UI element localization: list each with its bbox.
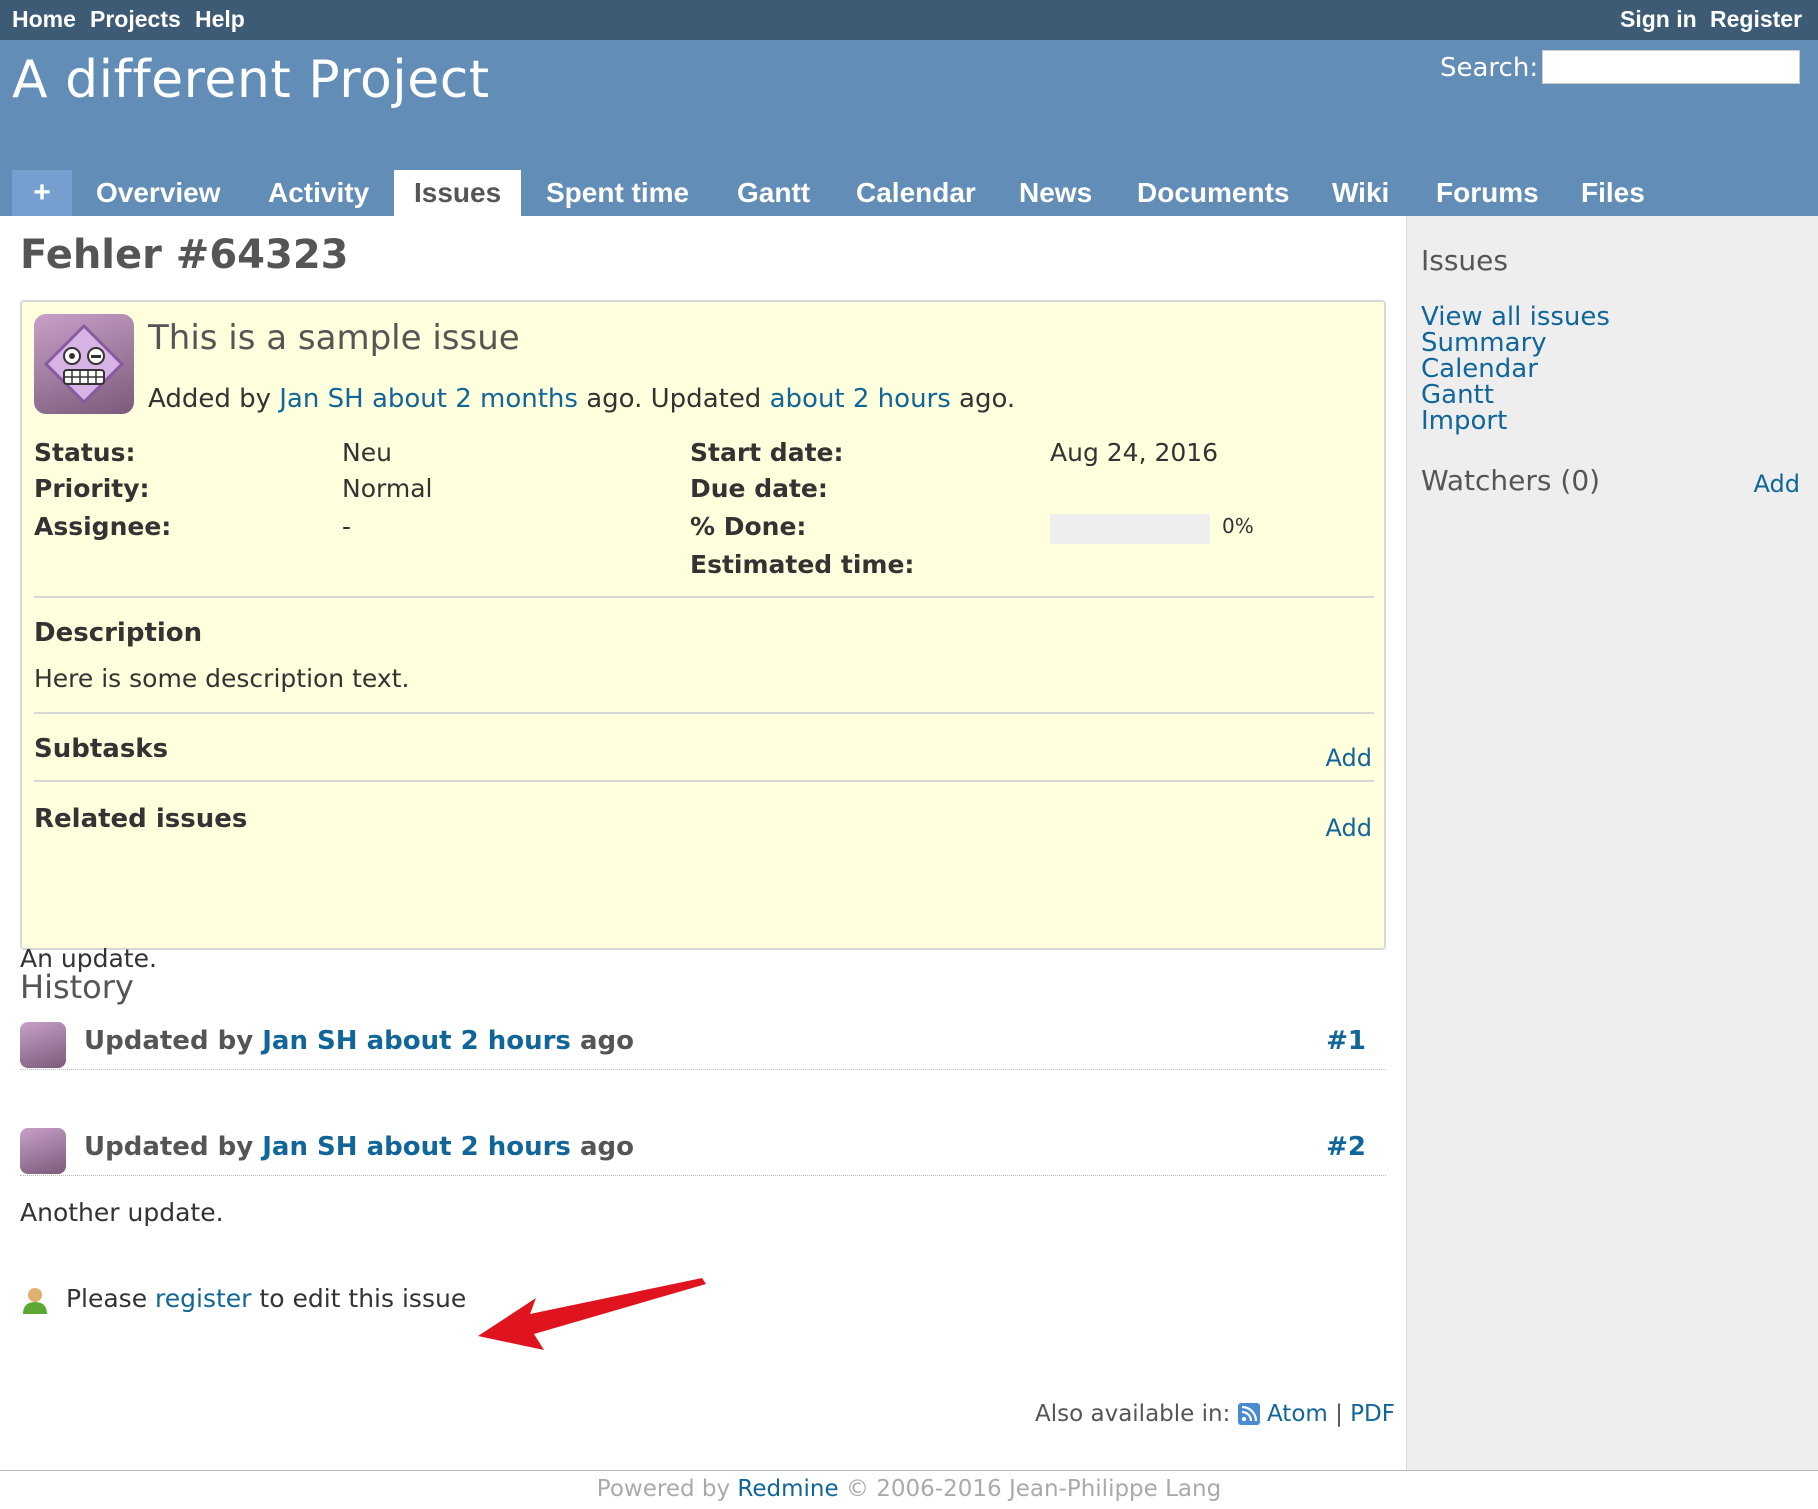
tab-overview[interactable]: Overview: [96, 170, 221, 216]
journal-title: Updated by Jan SH about 2 hours ago: [84, 1026, 634, 1056]
history-title: History: [20, 968, 134, 1006]
add-related-issue-link[interactable]: Add: [1326, 814, 1372, 842]
tab-news[interactable]: News: [1019, 170, 1092, 216]
issue-title: Fehler #64323: [20, 232, 349, 278]
footer: Powered by Redmine © 2006-2016 Jean-Phil…: [0, 1470, 1818, 1509]
project-title: A different Project: [12, 50, 490, 110]
journal-avatar-icon: [20, 1022, 66, 1068]
register-inline-link[interactable]: register: [155, 1284, 251, 1313]
powered-by-text: Powered by: [596, 1476, 731, 1502]
tab-spent-time[interactable]: Spent time: [546, 170, 689, 216]
sidebar-import[interactable]: Import: [1421, 406, 1507, 436]
start-date-value: Aug 24, 2016: [1050, 438, 1219, 467]
tab-activity[interactable]: Activity: [268, 170, 369, 216]
author-link[interactable]: Jan SH: [279, 384, 363, 414]
author-line: Added by Jan SH about 2 months ago. Upda…: [148, 384, 1015, 414]
sign-in-link[interactable]: Sign in: [1620, 0, 1697, 40]
copyright-text: © 2006-2016 Jean-Philippe Lang: [845, 1476, 1222, 1502]
new-object-button[interactable]: +: [12, 170, 72, 216]
search-label: Search:: [1440, 53, 1539, 83]
done-progress-bar: [1050, 514, 1210, 544]
tab-calendar[interactable]: Calendar: [856, 170, 976, 216]
top-menu-home-link[interactable]: Home: [12, 0, 76, 40]
author-avatar: [34, 314, 134, 414]
journal-prefix: Updated by: [84, 1132, 254, 1162]
register-link[interactable]: Register: [1710, 0, 1802, 40]
other-formats: Also available in: Atom | PDF: [1035, 1401, 1395, 1427]
tab-forums[interactable]: Forums: [1436, 170, 1539, 216]
issue-subject: This is a sample issue: [148, 318, 520, 358]
start-date-label: Start date:: [690, 438, 844, 467]
register-prefix: Please: [65, 1284, 148, 1313]
register-notice: Please register to edit this issue: [20, 1284, 466, 1315]
journal-suffix: ago: [579, 1026, 634, 1056]
feed-icon: [1237, 1403, 1260, 1425]
assignee-value: -: [342, 512, 352, 541]
separator: [34, 596, 1374, 598]
journal-author-link[interactable]: Jan SH: [262, 1026, 357, 1056]
tab-files[interactable]: Files: [1581, 170, 1645, 216]
added-by-prefix: Added by: [148, 384, 271, 414]
register-suffix: to edit this issue: [259, 1284, 467, 1313]
sidebar: Issues View all issues Summary Calendar …: [1406, 216, 1818, 1472]
separator: [34, 712, 1374, 714]
priority-value: Normal: [342, 474, 433, 503]
done-value: 0%: [1222, 514, 1254, 538]
sidebar-issues-title: Issues: [1421, 244, 1508, 277]
journal-author-link[interactable]: Jan SH: [262, 1132, 357, 1162]
status-value: Neu: [342, 438, 392, 467]
estimated-time-label: Estimated time:: [690, 550, 915, 579]
tab-wiki[interactable]: Wiki: [1332, 170, 1389, 216]
updated-ago-link[interactable]: about 2 hours: [770, 384, 951, 414]
avatar-monster-icon: [43, 323, 125, 405]
annotation-arrow-icon: [478, 1278, 706, 1350]
journal-title: Updated by Jan SH about 2 hours ago: [84, 1132, 634, 1162]
also-available-label: Also available in:: [1035, 1401, 1231, 1427]
related-issues-title: Related issues: [34, 804, 248, 834]
top-menu: Home Projects Help Sign in Register: [0, 0, 1818, 40]
journal-number-link[interactable]: #2: [1326, 1132, 1366, 1162]
tab-gantt[interactable]: Gantt: [737, 170, 810, 216]
tab-documents[interactable]: Documents: [1137, 170, 1289, 216]
issue-details: This is a sample issue Added by Jan SH a…: [20, 300, 1386, 950]
status-label: Status:: [34, 438, 136, 467]
journal-suffix: ago: [579, 1132, 634, 1162]
journal-header: Updated by Jan SH about 2 hours ago #1: [20, 1022, 1386, 1070]
subtasks-title: Subtasks: [34, 734, 169, 764]
watchers-title: Watchers (0): [1421, 464, 1601, 497]
tab-issues[interactable]: Issues: [394, 170, 522, 216]
content: Fehler #64323 This is a sample issue Add…: [0, 216, 1406, 1470]
user-icon: [23, 1288, 47, 1314]
journal-number-link[interactable]: #1: [1326, 1026, 1366, 1056]
done-label: % Done:: [690, 512, 807, 541]
pdf-link[interactable]: PDF: [1350, 1401, 1395, 1427]
description-title: Description: [34, 618, 203, 648]
ago-end-text: ago.: [959, 384, 1016, 414]
atom-link[interactable]: Atom: [1267, 1401, 1328, 1427]
ago-updated-text: ago. Updated: [586, 384, 762, 414]
format-separator: |: [1335, 1401, 1343, 1427]
priority-label: Priority:: [34, 474, 150, 503]
journal-avatar-icon: [20, 1128, 66, 1174]
top-menu-help-link[interactable]: Help: [195, 0, 245, 40]
assignee-label: Assignee:: [34, 512, 172, 541]
due-date-label: Due date:: [690, 474, 828, 503]
journal-prefix: Updated by: [84, 1026, 254, 1056]
description-text: Here is some description text.: [34, 664, 410, 693]
separator: [34, 780, 1374, 782]
journal-ago-link[interactable]: about 2 hours: [367, 1132, 571, 1162]
journal-header: Updated by Jan SH about 2 hours ago #2: [20, 1128, 1386, 1176]
redmine-link[interactable]: Redmine: [737, 1476, 838, 1502]
journal-note: An update.: [20, 944, 157, 973]
add-watcher-link[interactable]: Add: [1754, 470, 1800, 498]
search-input[interactable]: [1542, 50, 1800, 84]
added-ago-link[interactable]: about 2 months: [372, 384, 578, 414]
journal-note: Another update.: [20, 1198, 224, 1227]
journal-ago-link[interactable]: about 2 hours: [367, 1026, 571, 1056]
top-menu-projects-link[interactable]: Projects: [90, 0, 181, 40]
add-subtask-link[interactable]: Add: [1326, 744, 1372, 772]
header: A different Project Search: + Overview A…: [0, 40, 1818, 216]
